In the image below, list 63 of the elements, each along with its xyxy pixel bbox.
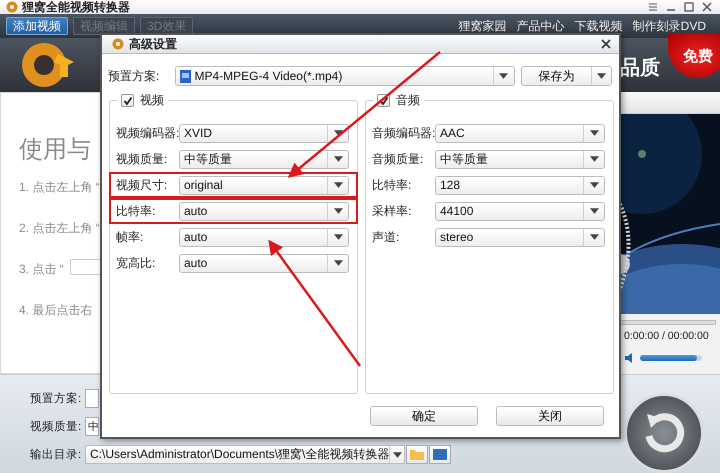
close-icon[interactable] <box>601 39 611 49</box>
dialog-button[interactable]: 关闭 <box>496 406 604 426</box>
field-label: 比特率: <box>116 202 156 220</box>
toolbar-button[interactable]: 添加视频 <box>6 17 68 35</box>
field-label: 采样率: <box>372 202 412 220</box>
free-badge: 免费 <box>668 34 720 78</box>
preset-dropdown[interactable]: MP4-MPEG-4 Video(*.mp4) <box>175 66 515 86</box>
output-path-field[interactable]: C:\Users\Administrator\Documents\狸窝\全能视频转换器 <box>85 445 405 464</box>
field-label: 视频编码器: <box>116 124 179 142</box>
field-label: 比特率: <box>372 176 412 194</box>
folder-icon <box>410 449 424 460</box>
dropdown[interactable]: auto <box>179 254 349 272</box>
field-label: 视频质量: <box>116 150 168 168</box>
nav-link[interactable]: 制作刻录DVD <box>632 18 706 34</box>
field-label: 音频质量: <box>372 150 424 168</box>
nav-link[interactable]: 下载视频 <box>574 18 623 34</box>
field-label: 预置方案: <box>30 391 82 406</box>
guide-step: 4. 最后点击右 <box>19 302 92 319</box>
field-label: 音频编码器: <box>372 124 435 142</box>
field-label: 宽高比: <box>116 254 156 272</box>
nav-link[interactable]: 产品中心 <box>516 18 565 34</box>
group-title: 音频 <box>396 92 420 109</box>
window-icon <box>433 449 447 460</box>
dropdown[interactable]: auto <box>179 202 349 220</box>
dialog-title: 高级设置 <box>129 36 178 52</box>
dropdown[interactable]: 中等质量 <box>435 150 605 168</box>
slogan: 品质 <box>620 56 660 81</box>
field-label: 视频尺寸: <box>116 176 168 194</box>
close-icon[interactable] <box>702 2 712 12</box>
video-file-icon <box>180 70 192 82</box>
guide-title: 使用与 <box>19 135 91 165</box>
dropdown[interactable]: auto <box>179 228 349 246</box>
field-label: 输出目录: <box>30 448 82 462</box>
dropdown[interactable]: 44100 <box>435 202 605 220</box>
group-title: 视频 <box>140 92 164 109</box>
playback-time: 0:00:00 / 00:00:00 <box>623 329 709 342</box>
dropdown[interactable]: 128 <box>435 176 605 194</box>
film-reel-icon <box>6 1 18 13</box>
open-button[interactable] <box>429 445 451 464</box>
dropdown-arrow-icon[interactable] <box>389 446 404 463</box>
dropdown[interactable]: XVID <box>179 124 349 142</box>
window-title: 狸窝全能视频转换器 <box>22 0 131 16</box>
guide-step: 3. 点击 “ <box>19 261 64 278</box>
maximize-icon[interactable] <box>684 2 694 12</box>
field-label: 帧率: <box>116 228 144 246</box>
nav-link[interactable]: 狸窝家园 <box>458 18 507 34</box>
field-label: 视频质量: <box>30 420 82 434</box>
guide-step: 1. 点击左上角 “ <box>19 179 100 196</box>
dropdown[interactable]: 中等质量 <box>179 150 349 168</box>
save-as-button[interactable]: 保存为 <box>520 66 612 86</box>
dropdown[interactable]: AAC <box>435 124 605 142</box>
film-reel-icon <box>112 38 124 50</box>
quality-dropdown[interactable]: 中 <box>85 417 99 436</box>
field-label: 声道: <box>372 228 400 246</box>
dialog-button[interactable]: 确定 <box>370 406 478 426</box>
checkbox[interactable] <box>121 94 134 107</box>
guide-step: 2. 点击左上角 “ <box>19 220 100 237</box>
dropdown[interactable]: stereo <box>435 228 605 246</box>
dropdown[interactable]: original <box>179 176 349 194</box>
menu-icon[interactable] <box>648 2 658 12</box>
volume-slider[interactable] <box>640 355 702 361</box>
preset-dropdown[interactable] <box>85 389 99 408</box>
field-label: 预置方案: <box>108 68 160 84</box>
